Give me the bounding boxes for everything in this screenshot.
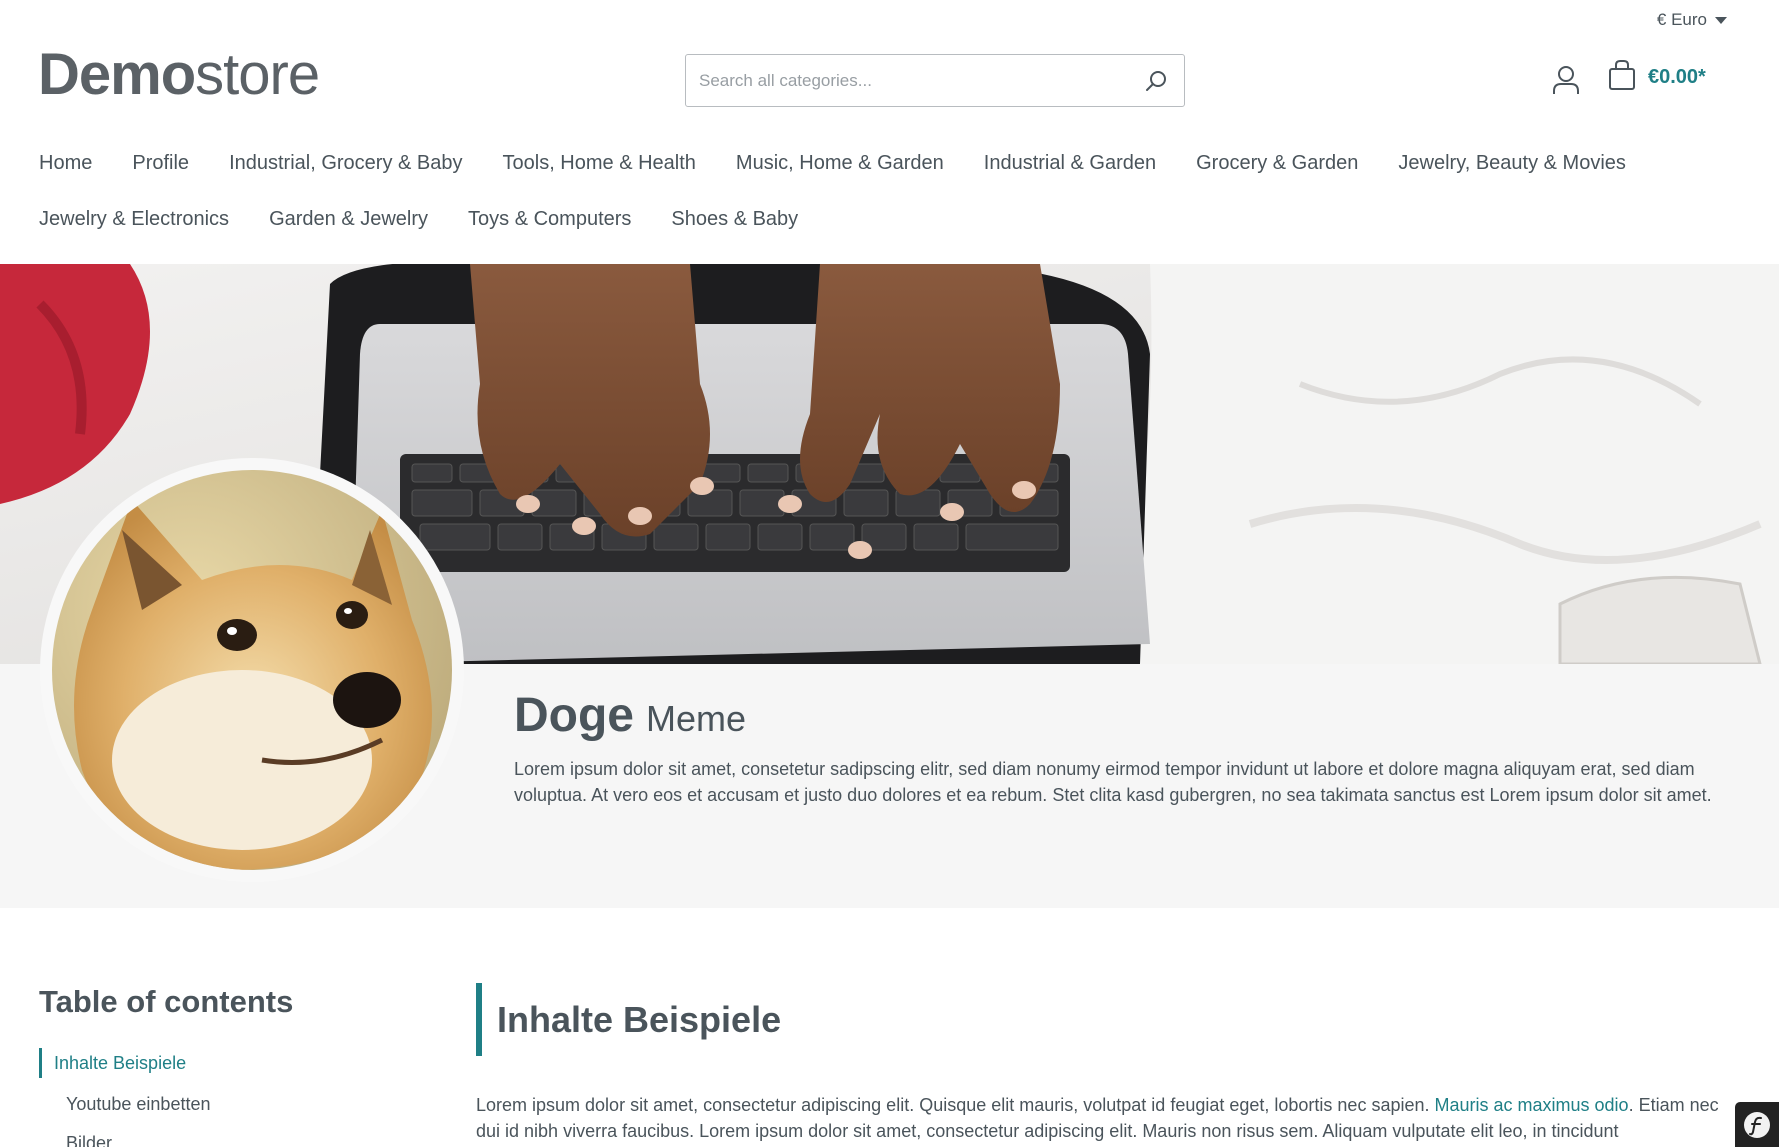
nav-item-jewelry-beauty-movies[interactable]: Jewelry, Beauty & Movies [1398, 135, 1626, 191]
nav-item-music-home-garden[interactable]: Music, Home & Garden [736, 135, 944, 191]
toc-item-inhalte-beispiele[interactable]: Inhalte Beispiele [39, 1048, 186, 1078]
nav-item-industrial-garden[interactable]: Industrial & Garden [984, 135, 1156, 191]
section-heading: Inhalte Beispiele [497, 998, 782, 1040]
account-icon[interactable] [1548, 62, 1584, 98]
profile-name: Doge Meme [514, 688, 746, 743]
section-heading-block: Inhalte Beispiele [476, 983, 781, 1056]
toc-title: Table of contents [39, 984, 294, 1019]
symfony-toolbar-icon[interactable] [1735, 1102, 1779, 1147]
search-icon[interactable] [1128, 55, 1184, 106]
paragraph-link[interactable]: Mauris ac maximus odio [1435, 1095, 1629, 1115]
nav-item-grocery-garden[interactable]: Grocery & Garden [1196, 135, 1358, 191]
nav-item-industrial-grocery-baby[interactable]: Industrial, Grocery & Baby [229, 135, 462, 191]
nav-item-tools-home-health[interactable]: Tools, Home & Health [503, 135, 696, 191]
paragraph-text-start: Lorem ipsum dolor sit amet, consectetur … [476, 1095, 1435, 1115]
currency-selector[interactable]: € Euro [1657, 10, 1727, 30]
logo-bold-text: Demo [38, 42, 196, 107]
nav-item-jewelry-electronics[interactable]: Jewelry & Electronics [39, 191, 229, 247]
profile-avatar [40, 458, 464, 882]
toc-item-youtube-einbetten[interactable]: Youtube einbetten [66, 1094, 210, 1115]
caret-down-icon [1715, 16, 1727, 24]
search-box[interactable]: Search all categories... [685, 54, 1185, 107]
profile-last-name: Meme [646, 698, 747, 739]
store-logo[interactable]: Demostore [38, 42, 320, 108]
bag-icon [1608, 60, 1636, 95]
toc-item-bilder[interactable]: Bilder [66, 1133, 112, 1147]
nav-item-home[interactable]: Home [39, 135, 92, 191]
section-paragraph: Lorem ipsum dolor sit amet, consectetur … [476, 1092, 1736, 1144]
nav-item-profile[interactable]: Profile [132, 135, 189, 191]
logo-light-text: store [195, 42, 320, 107]
search-input[interactable]: Search all categories... [686, 71, 1128, 91]
nav-item-toys-computers[interactable]: Toys & Computers [468, 191, 631, 247]
nav-item-garden-jewelry[interactable]: Garden & Jewelry [269, 191, 428, 247]
nav-item-shoes-baby[interactable]: Shoes & Baby [671, 191, 798, 247]
profile-first-name: Doge [514, 689, 634, 742]
main-navigation: Home Profile Industrial, Grocery & Baby … [39, 135, 1739, 247]
profile-description: Lorem ipsum dolor sit amet, consetetur s… [514, 759, 1712, 805]
currency-label: € Euro [1656, 10, 1707, 29]
cart-button[interactable]: €0.00* [1608, 60, 1706, 95]
cart-total: €0.00* [1648, 66, 1706, 88]
